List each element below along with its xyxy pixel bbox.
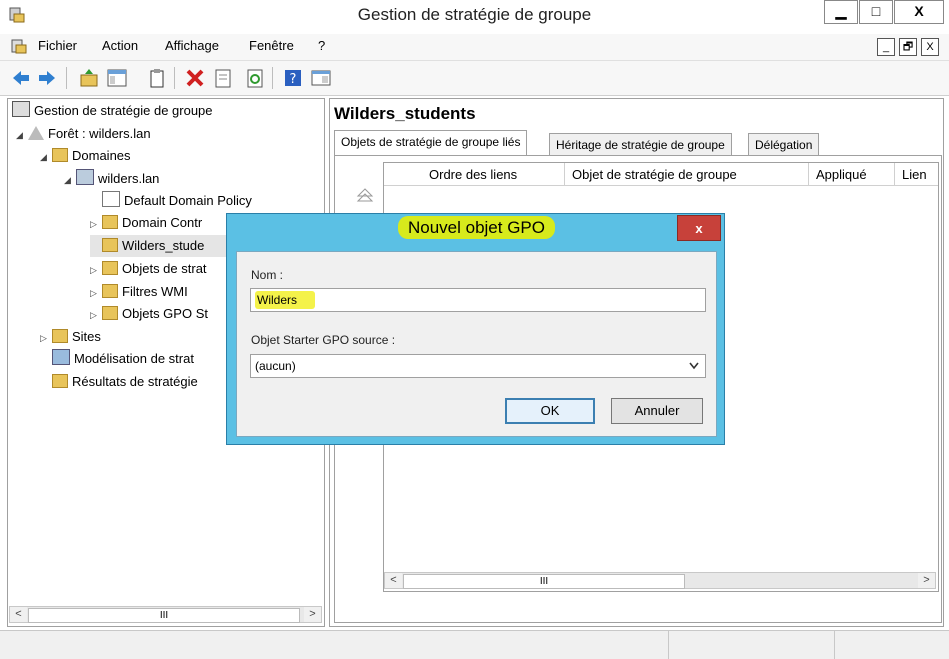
ou-folder-icon bbox=[102, 215, 118, 229]
scroll-thumb[interactable]: III bbox=[28, 608, 300, 623]
scroll-left-button[interactable]: < bbox=[385, 573, 402, 588]
collapsed-arrow-icon[interactable]: ▷ bbox=[90, 304, 102, 326]
ou-folder-icon bbox=[102, 238, 118, 252]
tab-gpo-inheritance[interactable]: Héritage de stratégie de groupe bbox=[549, 133, 732, 156]
tree-node-starter-gpos[interactable]: ▷ Objets GPO St bbox=[90, 303, 208, 325]
document-icon bbox=[11, 39, 27, 54]
name-input[interactable]: Wilders bbox=[250, 288, 706, 312]
tree-node-forest[interactable]: ◢ Forêt : wilders.lan bbox=[16, 123, 151, 145]
list-horizontal-scrollbar[interactable]: < III > bbox=[384, 572, 936, 589]
scroll-right-button[interactable]: > bbox=[304, 607, 321, 622]
domains-folder-icon bbox=[52, 148, 68, 162]
title-bar: Gestion de stratégie de groupe ▁ □ X bbox=[0, 0, 949, 32]
column-enforced[interactable]: Appliqué bbox=[816, 167, 867, 182]
mdi-restore-button[interactable]: 🗗 bbox=[899, 38, 917, 56]
domain-icon bbox=[76, 169, 94, 185]
column-link-order[interactable]: Ordre des liens bbox=[429, 167, 517, 182]
column-link[interactable]: Lien bbox=[902, 167, 927, 182]
tree-node-gpmc-root[interactable]: Gestion de stratégie de groupe bbox=[12, 100, 213, 122]
show-hide-tree-icon[interactable] bbox=[106, 67, 128, 89]
tree-node-domain[interactable]: ◢ wilders.lan bbox=[64, 168, 159, 190]
mdi-close-button[interactable]: X bbox=[921, 38, 939, 56]
mdi-minimize-button[interactable]: _ bbox=[877, 38, 895, 56]
forest-triangle-icon bbox=[28, 126, 44, 140]
clipboard-icon[interactable] bbox=[146, 67, 168, 89]
name-input-value: Wilders bbox=[255, 291, 316, 309]
dialog-title: Nouvel objet GPO bbox=[227, 216, 726, 239]
name-label: Nom : bbox=[251, 268, 284, 282]
starter-gpo-folder-icon bbox=[102, 306, 118, 320]
tree-node-domains[interactable]: ◢ Domaines bbox=[40, 145, 131, 167]
tree-node-sites[interactable]: ▷ Sites bbox=[40, 326, 101, 348]
collapsed-arrow-icon[interactable]: ▷ bbox=[90, 259, 102, 281]
help-icon[interactable]: ? bbox=[282, 67, 304, 89]
close-button[interactable]: X bbox=[894, 0, 944, 24]
starter-gpo-select[interactable]: (aucun) bbox=[250, 354, 706, 378]
gpmc-root-icon bbox=[12, 101, 30, 117]
menu-help[interactable]: ? bbox=[318, 38, 325, 53]
starter-gpo-value: (aucun) bbox=[255, 359, 296, 373]
gpo-link-icon bbox=[102, 191, 120, 207]
tree-node-gp-modeling[interactable]: Modélisation de strat bbox=[52, 348, 194, 370]
window-title: Gestion de stratégie de groupe bbox=[357, 5, 592, 24]
results-icon bbox=[52, 374, 68, 388]
tree-node-wilders-students[interactable]: Wilders_stude bbox=[90, 235, 230, 257]
expanded-arrow-icon[interactable]: ◢ bbox=[16, 124, 28, 146]
forward-arrow-icon[interactable] bbox=[36, 67, 58, 89]
view-panel-icon[interactable] bbox=[310, 67, 332, 89]
delete-icon[interactable] bbox=[184, 67, 206, 89]
menu-bar: Fichier Action Affichage Fenêtre ? _ 🗗 X bbox=[0, 34, 949, 61]
properties-icon[interactable] bbox=[212, 67, 234, 89]
scroll-thumb[interactable]: III bbox=[403, 574, 685, 589]
wmi-folder-icon bbox=[102, 284, 118, 298]
gpo-folder-icon bbox=[102, 261, 118, 275]
up-folder-icon[interactable] bbox=[78, 67, 100, 89]
tree-node-domain-controllers[interactable]: ▷ Domain Contr bbox=[90, 212, 202, 234]
collapsed-arrow-icon[interactable]: ▷ bbox=[90, 213, 102, 235]
collapsed-arrow-icon[interactable]: ▷ bbox=[90, 282, 102, 304]
toolbar: ? bbox=[0, 61, 949, 96]
list-header: Ordre des liens Objet de stratégie de gr… bbox=[384, 163, 938, 186]
dialog-close-button[interactable]: x bbox=[677, 215, 721, 241]
starter-gpo-label: Objet Starter GPO source : bbox=[251, 333, 396, 347]
menu-fichier[interactable]: Fichier bbox=[38, 38, 77, 53]
move-up-icon[interactable] bbox=[355, 186, 375, 206]
expanded-arrow-icon[interactable]: ◢ bbox=[40, 146, 52, 168]
status-bar bbox=[0, 630, 949, 659]
collapsed-arrow-icon[interactable]: ▷ bbox=[40, 327, 52, 349]
tree-node-wmi-filters[interactable]: ▷ Filtres WMI bbox=[90, 281, 188, 303]
tree-node-gp-results[interactable]: Résultats de stratégie bbox=[52, 371, 198, 393]
expanded-arrow-icon[interactable]: ◢ bbox=[64, 169, 76, 191]
toolbar-separator bbox=[66, 67, 67, 89]
ou-title: Wilders_students bbox=[334, 104, 476, 123]
tree-node-gpo-objects[interactable]: ▷ Objets de strat bbox=[90, 258, 207, 280]
menu-affichage[interactable]: Affichage bbox=[165, 38, 219, 53]
sites-folder-icon bbox=[52, 329, 68, 343]
maximize-button[interactable]: □ bbox=[859, 0, 893, 24]
menu-action[interactable]: Action bbox=[102, 38, 138, 53]
scroll-right-button[interactable]: > bbox=[918, 573, 935, 588]
dialog-body: Nom : Wilders Objet Starter GPO source :… bbox=[236, 251, 717, 437]
tree-horizontal-scrollbar[interactable]: < III > bbox=[9, 606, 322, 623]
new-gpo-dialog: Nouvel objet GPO x Nom : Wilders Objet S… bbox=[226, 213, 725, 445]
scroll-left-button[interactable]: < bbox=[10, 607, 27, 622]
toolbar-separator bbox=[174, 67, 175, 89]
minimize-button[interactable]: ▁ bbox=[824, 0, 858, 24]
column-gpo[interactable]: Objet de stratégie de groupe bbox=[572, 167, 737, 182]
cancel-button[interactable]: Annuler bbox=[611, 398, 703, 424]
back-arrow-icon[interactable] bbox=[10, 67, 32, 89]
modeling-icon bbox=[52, 349, 70, 365]
tab-linked-gpos[interactable]: Objets de stratégie de groupe liés bbox=[334, 130, 528, 156]
menu-fenetre[interactable]: Fenêtre bbox=[249, 38, 294, 53]
refresh-icon[interactable] bbox=[244, 67, 266, 89]
tab-delegation[interactable]: Délégation bbox=[748, 133, 820, 156]
chevron-down-icon bbox=[689, 362, 699, 370]
toolbar-separator bbox=[272, 67, 273, 89]
ok-button[interactable]: OK bbox=[505, 398, 595, 424]
tree-node-default-domain-policy[interactable]: Default Domain Policy bbox=[90, 190, 252, 212]
svg-text:?: ? bbox=[290, 72, 297, 87]
